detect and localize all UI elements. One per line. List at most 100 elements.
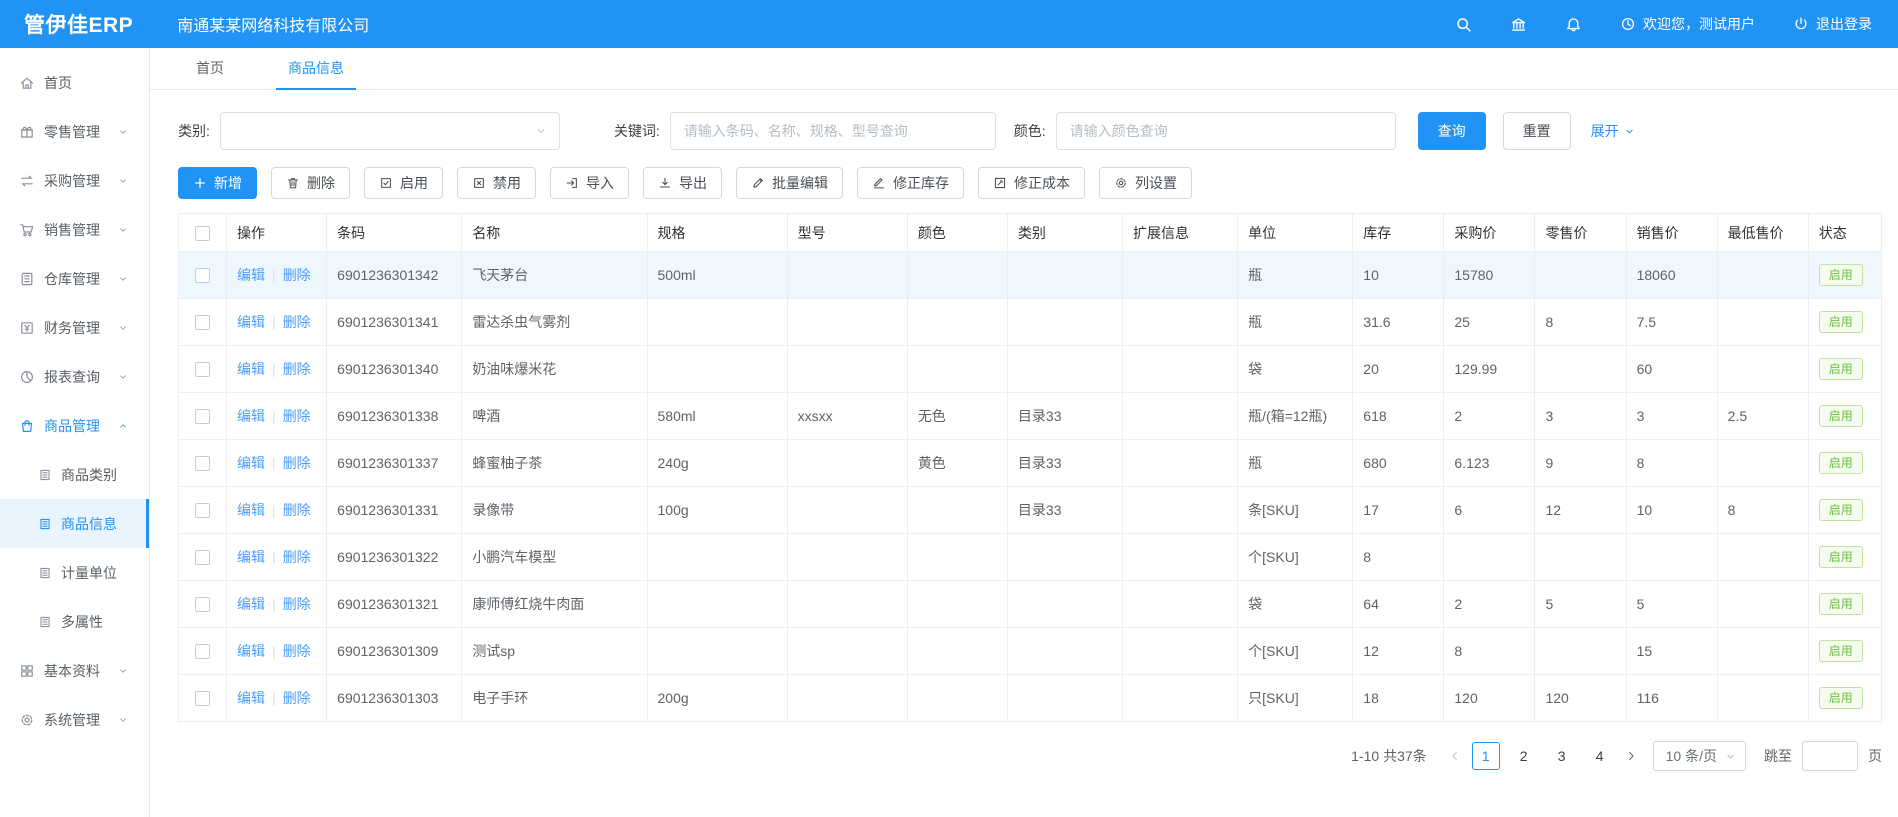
sidebar-item-0[interactable]: 首页 (0, 58, 149, 107)
row-checkbox[interactable] (195, 644, 210, 659)
table-row: 编辑|删除6901236301340奶油味爆米花袋20129.9960启用 (179, 346, 1882, 393)
search-button[interactable]: 查询 (1418, 112, 1486, 150)
page-button-1[interactable]: 1 (1472, 742, 1500, 770)
sidebar-subitem-1[interactable]: 商品信息 (0, 499, 149, 548)
page-button-3[interactable]: 3 (1548, 742, 1576, 770)
logout-button[interactable]: 退出登录 (1793, 14, 1872, 34)
select-all-checkbox[interactable] (195, 226, 210, 241)
bell-icon[interactable] (1565, 16, 1582, 33)
toolbar-button-2[interactable]: 启用 (364, 167, 443, 199)
table-cell: 7.5 (1626, 299, 1717, 346)
chevron-down-icon (118, 666, 128, 676)
doc-icon (38, 566, 52, 580)
jump-page-input[interactable] (1802, 741, 1858, 771)
table-cell: 31.6 (1353, 299, 1444, 346)
tab-1[interactable]: 商品信息 (276, 48, 356, 90)
prev-page-button[interactable] (1449, 750, 1461, 762)
tab-0[interactable]: 首页 (184, 48, 236, 90)
page-button-4[interactable]: 4 (1586, 742, 1614, 770)
table-cell: 2 (1444, 393, 1535, 440)
table-cell: 瓶 (1238, 299, 1353, 346)
toolbar-button-0[interactable]: 新增 (178, 167, 257, 199)
reset-button[interactable]: 重置 (1503, 112, 1571, 150)
delete-link[interactable]: 删除 (283, 408, 311, 424)
chevron-down-icon (118, 127, 128, 137)
sidebar-item-6[interactable]: 报表查询 (0, 352, 149, 401)
row-checkbox[interactable] (195, 409, 210, 424)
toolbar-button-1[interactable]: 删除 (271, 167, 350, 199)
bank-icon[interactable] (1510, 16, 1527, 33)
keyword-input[interactable] (670, 112, 996, 150)
row-checkbox[interactable] (195, 362, 210, 377)
table-cell (1123, 346, 1238, 393)
row-checkbox[interactable] (195, 597, 210, 612)
sidebar-item-9[interactable]: 系统管理 (0, 695, 149, 744)
edit-link[interactable]: 编辑 (237, 455, 265, 471)
sidebar-item-5[interactable]: 财务管理 (0, 303, 149, 352)
search-icon[interactable] (1455, 16, 1472, 33)
delete-link[interactable]: 删除 (283, 455, 311, 471)
page-size-select[interactable]: 10 条/页 (1653, 741, 1746, 771)
toolbar-button-5[interactable]: 导出 (643, 167, 722, 199)
table-cell: 6 (1444, 487, 1535, 534)
table-cell (1123, 534, 1238, 581)
sidebar-subitem-3[interactable]: 多属性 (0, 597, 149, 646)
app-header: 管伊佳ERP 南通某某网络科技有限公司 欢迎您，测试用户 退出登录 (0, 0, 1898, 48)
row-checkbox[interactable] (195, 315, 210, 330)
edit-link[interactable]: 编辑 (237, 408, 265, 424)
chevron-down-icon (118, 225, 128, 235)
delete-link[interactable]: 删除 (283, 690, 311, 706)
table-cell: 6901236301340 (327, 346, 462, 393)
column-header: 最低售价 (1717, 214, 1808, 252)
edit-link[interactable]: 编辑 (237, 361, 265, 377)
edit-link[interactable]: 编辑 (237, 502, 265, 518)
delete-link[interactable]: 删除 (283, 549, 311, 565)
delete-link[interactable]: 删除 (283, 502, 311, 518)
welcome-user[interactable]: 欢迎您，测试用户 (1620, 14, 1755, 34)
color-input[interactable] (1056, 112, 1396, 150)
edit-link[interactable]: 编辑 (237, 314, 265, 330)
status-badge: 启用 (1819, 452, 1863, 474)
sidebar-subitem-0[interactable]: 商品类别 (0, 450, 149, 499)
row-checkbox[interactable] (195, 268, 210, 283)
toolbar-button-3[interactable]: 禁用 (457, 167, 536, 199)
sidebar-item-4[interactable]: 仓库管理 (0, 254, 149, 303)
toolbar-button-8[interactable]: 修正成本 (978, 167, 1085, 199)
edit-link[interactable]: 编辑 (237, 690, 265, 706)
delete-link[interactable]: 删除 (283, 314, 311, 330)
report-icon (19, 369, 35, 385)
delete-link[interactable]: 删除 (283, 267, 311, 283)
chevron-down-icon (118, 372, 128, 382)
table-cell (1007, 299, 1122, 346)
delete-link[interactable]: 删除 (283, 361, 311, 377)
sidebar-item-8[interactable]: 基本资料 (0, 646, 149, 695)
table-cell (1535, 628, 1626, 675)
delete-link[interactable]: 删除 (283, 596, 311, 612)
category-select[interactable] (220, 112, 560, 150)
table-cell (1007, 581, 1122, 628)
toolbar-button-9[interactable]: 列设置 (1099, 167, 1192, 199)
row-checkbox[interactable] (195, 550, 210, 565)
sidebar-item-2[interactable]: 采购管理 (0, 156, 149, 205)
toolbar-button-6[interactable]: 批量编辑 (736, 167, 843, 199)
row-checkbox[interactable] (195, 691, 210, 706)
edit-link[interactable]: 编辑 (237, 549, 265, 565)
sidebar-subitem-2[interactable]: 计量单位 (0, 548, 149, 597)
toolbar-button-7[interactable]: 修正库存 (857, 167, 964, 199)
sidebar-item-3[interactable]: 销售管理 (0, 205, 149, 254)
table-cell (647, 628, 787, 675)
page-button-2[interactable]: 2 (1510, 742, 1538, 770)
expand-link[interactable]: 展开 (1591, 121, 1635, 141)
toolbar-button-4[interactable]: 导入 (550, 167, 629, 199)
edit-link[interactable]: 编辑 (237, 596, 265, 612)
delete-link[interactable]: 删除 (283, 643, 311, 659)
next-page-button[interactable] (1625, 750, 1637, 762)
edit-link[interactable]: 编辑 (237, 267, 265, 283)
row-checkbox[interactable] (195, 503, 210, 518)
edit-link[interactable]: 编辑 (237, 643, 265, 659)
row-checkbox[interactable] (195, 456, 210, 471)
sidebar-item-7[interactable]: 商品管理 (0, 401, 149, 450)
sidebar-item-1[interactable]: 零售管理 (0, 107, 149, 156)
table-row: 编辑|删除6901236301303电子手环200g只[SKU]18120120… (179, 675, 1882, 722)
table-cell (1123, 675, 1238, 722)
